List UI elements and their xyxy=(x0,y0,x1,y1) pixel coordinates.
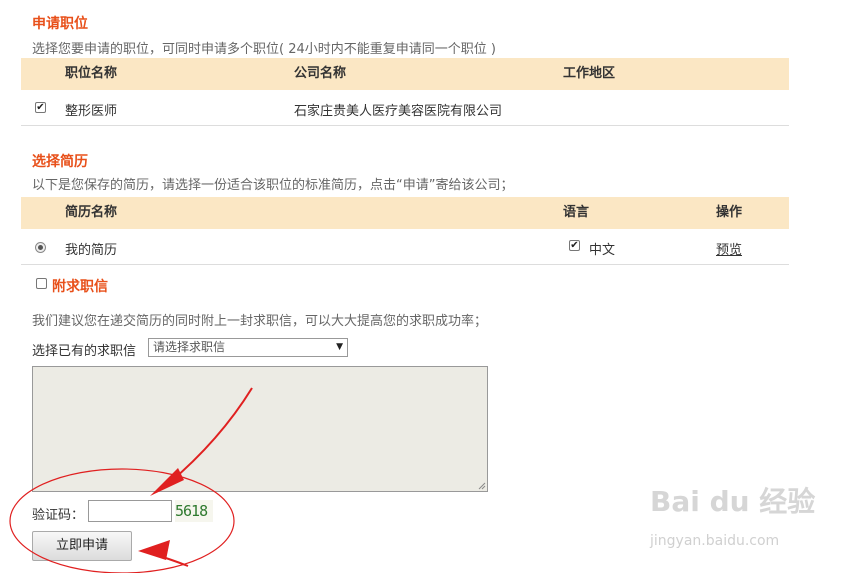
annotation-arrow-button xyxy=(138,540,189,567)
baidu-watermark: Bai du 经验 xyxy=(650,485,816,518)
annotation-arrow-up xyxy=(150,387,253,496)
watermark-url: jingyan.baidu.com xyxy=(650,533,780,549)
annotation-ellipse xyxy=(9,468,235,573)
